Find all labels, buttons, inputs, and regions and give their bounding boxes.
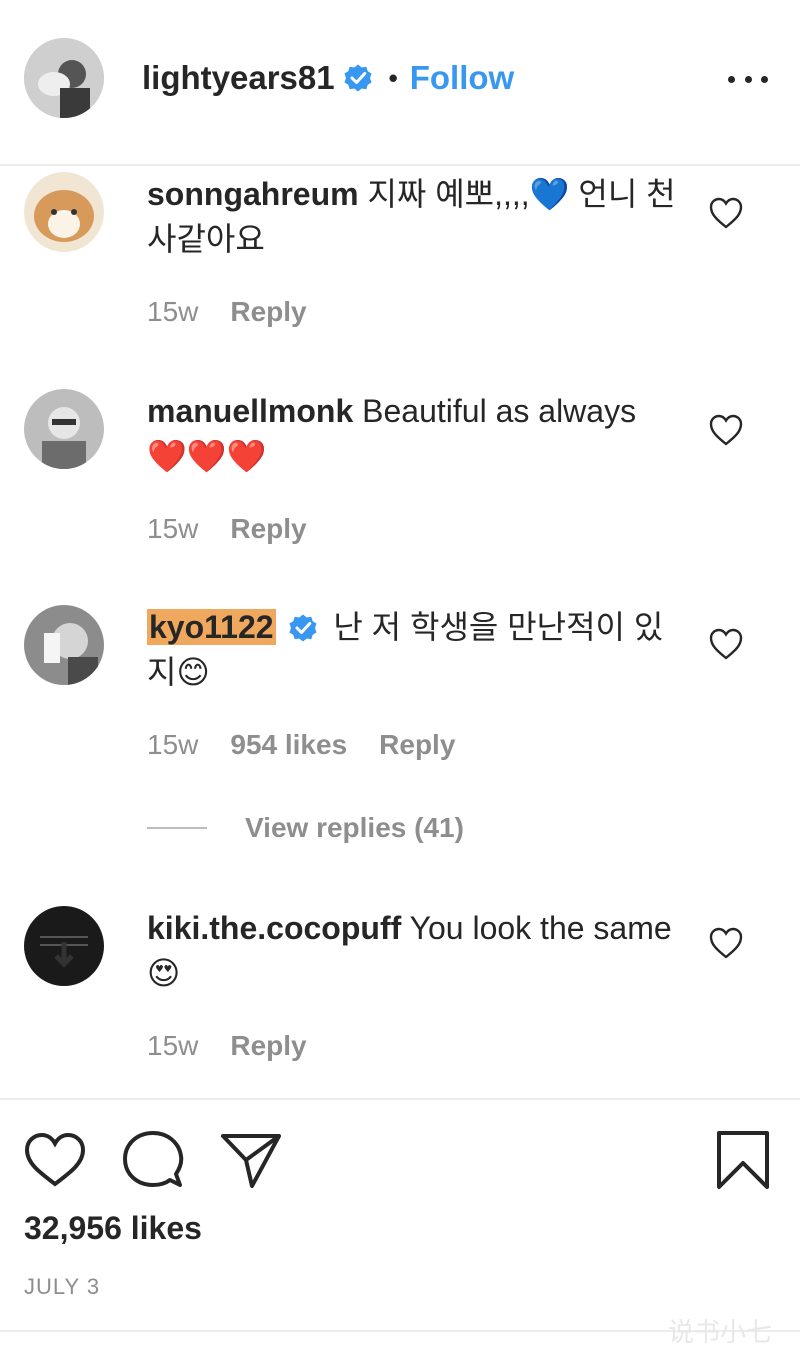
view-replies-label: View replies (41) [245,812,464,843]
replies-divider-line [147,827,207,829]
comment-likes-count[interactable]: 954 likes [230,729,347,761]
post-date: JULY 3 [24,1274,101,1299]
comment-username[interactable]: kiki.the.cocopuff [147,910,401,946]
header-user-row: lightyears81 • Follow [142,56,514,100]
watermark: 说书小七 [668,1317,773,1347]
footer-divider [0,1098,800,1100]
reply-button[interactable]: Reply [230,296,306,328]
comment-time: 15w [147,1030,199,1061]
like-comment-heart-icon[interactable] [708,627,744,661]
comment-username[interactable]: manuellmonk [147,393,353,429]
comment-text: kiki.the.cocopuff You look the same 😍 [147,906,677,996]
like-comment-heart-icon[interactable] [708,413,744,447]
like-comment-heart-icon[interactable] [708,196,744,230]
comment-bubble-icon[interactable] [122,1130,184,1190]
commenter-avatar[interactable] [24,172,104,252]
comment-time: 15w [147,729,199,760]
comment-meta: 15w 954 likes Reply [147,729,455,761]
more-options-icon[interactable] [728,64,768,94]
comment-username[interactable]: kyo1122 [147,609,276,645]
separator-dot: • [388,62,398,93]
commenter-avatar[interactable] [24,389,104,469]
comment-meta: 15w Reply [147,296,307,328]
like-heart-icon[interactable] [24,1132,86,1188]
verified-badge-icon [344,64,372,92]
comment-text: sonngahreum 지짜 예뽀,,,,💙 언니 천사같아요 [147,172,677,262]
comment-text: manuellmonk Beautiful as always ❤️❤️❤️ [147,389,677,479]
post-likes-count[interactable]: 32,956 likes [24,1210,202,1247]
comment-time: 15w [147,513,199,544]
post-header: lightyears81 • Follow [0,0,800,166]
reply-button[interactable]: Reply [379,729,455,761]
view-replies-button[interactable]: View replies (41) [147,812,464,844]
bookmark-icon[interactable] [716,1130,770,1190]
comment-meta: 15w Reply [147,513,307,545]
like-comment-heart-icon[interactable] [708,926,744,960]
reply-button[interactable]: Reply [230,513,306,545]
comment-text: kyo1122 난 저 학생을 만난적이 있지😊 [147,605,677,695]
share-send-icon[interactable] [220,1132,282,1188]
profile-avatar[interactable] [24,38,104,118]
follow-button[interactable]: Follow [410,59,514,97]
comment-time: 15w [147,296,199,327]
commenter-avatar[interactable] [24,906,104,986]
comment-meta: 15w Reply [147,1030,307,1062]
comment-username[interactable]: sonngahreum [147,176,359,212]
reply-button[interactable]: Reply [230,1030,306,1062]
verified-badge-icon [289,614,317,642]
header-username[interactable]: lightyears81 [142,59,335,97]
commenter-avatar[interactable] [24,605,104,685]
